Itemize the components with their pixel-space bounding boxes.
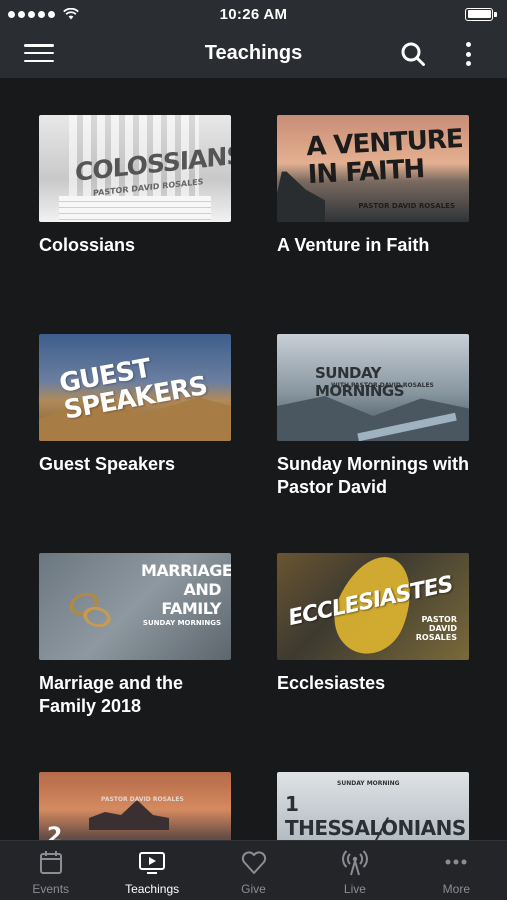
tab-live[interactable]: Live [304, 841, 405, 900]
tab-label: Live [343, 882, 366, 896]
thumbnail-subtitle: Sunday Morning [337, 780, 400, 787]
thumbnail-title: A Venture in Faith [305, 124, 464, 191]
thumbnail-subtitle: Sunday Mornings [142, 619, 221, 627]
teachings-grid: Colossians Pastor David Rosales Colossia… [0, 78, 507, 840]
teaching-thumbnail: Guest Speakers [39, 334, 231, 441]
hamburger-menu-icon[interactable] [24, 42, 54, 64]
tab-bar: Events Teachings Give Live More [0, 840, 507, 900]
tab-more[interactable]: More [406, 841, 507, 900]
more-dots-icon [445, 859, 467, 865]
teaching-title: Guest Speakers [39, 454, 176, 474]
thumbnail-subtitle: Pastor David Rosales [101, 796, 184, 803]
thumbnail-subtitle: With Pastor David Rosales [331, 382, 434, 389]
status-bar: 10:26 AM [0, 0, 507, 28]
teaching-thumbnail: Sunday Mornings With Pastor David Rosale… [277, 334, 469, 441]
teaching-thumbnail: Colossians Pastor David Rosales [39, 115, 231, 222]
teaching-thumbnail: Pastor David Rosales 2 Thessalonians [39, 772, 231, 840]
thumbnail-subtitle: Pastor David Rosales [415, 615, 457, 642]
teaching-card-2-thessalonians[interactable]: Pastor David Rosales 2 Thessalonians [39, 772, 231, 840]
teaching-title: Marriage and the Family 2018 [39, 673, 184, 716]
battery-icon [465, 7, 497, 21]
teaching-card-colossians[interactable]: Colossians Pastor David Rosales Colossia… [39, 115, 231, 257]
teaching-title: Colossians [39, 235, 136, 255]
teaching-card-venture-in-faith[interactable]: A Venture in Faith Pastor David Rosales … [277, 115, 469, 257]
tab-events[interactable]: Events [0, 841, 101, 900]
thumbnail-title: Marriage and Family [141, 561, 231, 618]
teaching-title: A Venture in Faith [277, 235, 430, 255]
teaching-card-guest-speakers[interactable]: Guest Speakers Guest Speakers [39, 334, 231, 476]
thumbnail-subtitle: Pastor David Rosales [358, 202, 455, 210]
teaching-thumbnail: A Venture in Faith Pastor David Rosales [277, 115, 469, 222]
teaching-thumbnail: Ecclesiastes Pastor David Rosales [277, 553, 469, 660]
teaching-card-1-thessalonians[interactable]: Sunday Morning 1 Thessalonians [277, 772, 469, 840]
search-icon[interactable] [400, 41, 426, 67]
thumbnail-title: 1 Thessalonians [285, 792, 466, 840]
thumbnail-title: 2 Thessalonians [47, 824, 62, 840]
nav-bar: Teachings [0, 28, 507, 78]
teaching-card-sunday-mornings[interactable]: Sunday Mornings With Pastor David Rosale… [277, 334, 469, 499]
heart-icon [241, 851, 266, 874]
teaching-card-marriage-family[interactable]: Marriage and Family Sunday Mornings Marr… [39, 553, 231, 718]
teaching-title: Sunday Mornings with Pastor David [277, 454, 469, 497]
page-title: Teachings [204, 41, 303, 64]
tab-teachings[interactable]: Teachings [101, 841, 202, 900]
tab-label: Teachings [125, 882, 180, 896]
tv-play-icon [139, 852, 166, 874]
broadcast-icon [342, 850, 368, 876]
overflow-menu-icon[interactable] [458, 40, 478, 68]
teaching-thumbnail: Marriage and Family Sunday Mornings [39, 553, 231, 660]
status-time: 10:26 AM [219, 5, 288, 23]
teaching-thumbnail: Sunday Morning 1 Thessalonians [277, 772, 469, 840]
teaching-card-ecclesiastes[interactable]: Ecclesiastes Pastor David Rosales Eccles… [277, 553, 469, 695]
tab-give[interactable]: Give [203, 841, 304, 900]
calendar-icon [39, 851, 62, 874]
tab-label: Events [32, 882, 70, 896]
teaching-title: Ecclesiastes [277, 673, 386, 693]
tab-label: Give [241, 882, 266, 896]
tab-label: More [442, 882, 470, 896]
